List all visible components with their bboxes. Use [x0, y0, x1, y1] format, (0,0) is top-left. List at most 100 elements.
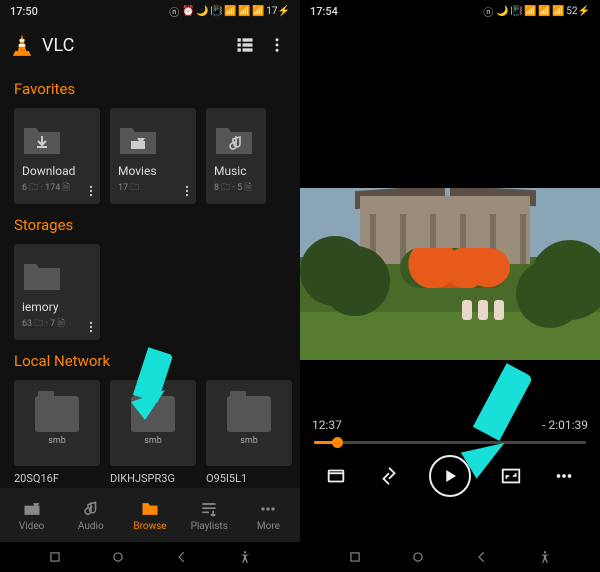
recent-apps-button[interactable] [346, 548, 364, 566]
accessibility-button[interactable] [236, 548, 254, 566]
dnd-icon: 🌙 [196, 5, 208, 17]
favorite-tile-download[interactable]: Download 6 🗀 · 174 🗎 [14, 108, 100, 204]
status-time: 17:54 [310, 5, 338, 18]
tile-label: Download [22, 164, 94, 178]
smb-folder-icon [35, 396, 79, 432]
dnd-icon: 🌙 [496, 5, 508, 17]
smb-tile[interactable]: smb [14, 380, 100, 466]
status-bar: 17:54 ⓝ 🌙 📳 📶 📶 📶 52⚡ [300, 0, 600, 22]
signal2-icon: 📶 [252, 5, 264, 17]
smb-badge: smb [144, 436, 162, 446]
nav-label: Video [19, 521, 44, 532]
section-storages-title: Storages [14, 216, 286, 234]
nav-playlists[interactable]: Playlists [180, 499, 239, 532]
storage-tile-memory[interactable]: iemory 63 🗀 · 7 🗎 [14, 244, 100, 340]
smb-server-name: DIKHJSPR3G [110, 472, 196, 485]
time-row: 12:37 - 2:01:39 [312, 418, 588, 432]
lock-rotation-button[interactable] [323, 463, 349, 489]
status-bar: 17:50 ⓝ ⏰ 🌙 📳 📶 📶 📶 17⚡ [0, 0, 300, 22]
tile-label: iemory [22, 300, 94, 314]
app-header: VLC [0, 22, 300, 68]
smb-server-name: 20SQ16F [14, 472, 100, 485]
tile-more-button[interactable] [180, 184, 194, 198]
signal2-icon: 📶 [552, 5, 564, 17]
wifi-icon: 📶 [224, 5, 236, 17]
smb-server-name: O95I5L1 [206, 472, 292, 485]
browse-body: Favorites Download 6 🗀 · 174 🗎 Movies 17… [0, 68, 300, 488]
playlist-icon [199, 499, 219, 519]
elapsed-time: 12:37 [312, 418, 342, 432]
player-controls [300, 452, 600, 500]
vibrate-icon: 📳 [510, 5, 522, 17]
wifi-icon: 📶 [524, 5, 536, 17]
smb-labels: 20SQ16F DIKHJSPR3G O95I5L1 [14, 472, 286, 485]
tile-more-button[interactable] [84, 320, 98, 334]
music-folder-icon [214, 122, 260, 156]
signal-icon: 📶 [538, 5, 550, 17]
video-icon [22, 499, 42, 519]
home-button[interactable] [409, 548, 427, 566]
tile-label: Music [214, 164, 260, 178]
seek-thumb[interactable] [332, 437, 343, 448]
status-icons: ⓝ ⏰ 🌙 📳 📶 📶 📶 17⚡ [168, 5, 290, 17]
player-body[interactable]: 12:37 - 2:01:39 [300, 22, 600, 542]
overflow-menu-button[interactable] [266, 34, 288, 56]
recent-apps-button[interactable] [46, 548, 64, 566]
favorite-tile-music[interactable]: Music 8 🗀 · 5 🗎 [206, 108, 266, 204]
storages-row: iemory 63 🗀 · 7 🗎 [14, 244, 286, 340]
nav-label: Playlists [191, 521, 228, 532]
nav-video[interactable]: Video [2, 499, 61, 532]
view-list-button[interactable] [234, 34, 256, 56]
nav-browse[interactable]: Browse [120, 499, 179, 532]
vlc-logo-icon [12, 34, 32, 56]
repeat-button[interactable] [376, 463, 402, 489]
remaining-time: - 2:01:39 [542, 418, 588, 432]
favorite-tile-movies[interactable]: Movies 17 🗀 [110, 108, 196, 204]
nfc-icon: ⓝ [482, 5, 494, 17]
android-nav-bar [0, 542, 300, 572]
vibrate-icon: 📳 [210, 5, 222, 17]
smb-folder-icon [227, 396, 271, 432]
folder-icon [22, 258, 94, 292]
seek-bar[interactable] [314, 441, 586, 444]
nav-audio[interactable]: Audio [61, 499, 120, 532]
favorites-row: Download 6 🗀 · 174 🗎 Movies 17 🗀 Music 8… [14, 108, 286, 204]
tile-sub: 8 🗀 · 5 🗎 [214, 180, 260, 196]
screenshot-left-vlc-browse: 17:50 ⓝ ⏰ 🌙 📳 📶 📶 📶 17⚡ VLC Favorites [0, 0, 300, 572]
download-folder-icon [22, 122, 94, 156]
video-frame [300, 188, 600, 360]
alarm-icon: ⏰ [182, 5, 194, 17]
back-button[interactable] [473, 548, 491, 566]
battery-percent: 52⚡ [566, 6, 590, 17]
annotation-arrow-head-icon [125, 378, 175, 428]
signal-icon: 📶 [238, 5, 250, 17]
battery-percent: 17⚡ [266, 6, 290, 17]
accessibility-button[interactable] [536, 548, 554, 566]
player-more-button[interactable] [551, 463, 577, 489]
bottom-nav: Video Audio Browse Playlists More [0, 488, 300, 542]
more-icon [258, 499, 278, 519]
status-icons: ⓝ 🌙 📳 📶 📶 📶 52⚡ [482, 5, 590, 17]
annotation-arrow-head-icon [456, 430, 512, 486]
nav-label: More [257, 521, 280, 532]
smb-tile[interactable]: smb [206, 380, 292, 466]
folder-icon [140, 499, 160, 519]
app-title: VLC [42, 35, 224, 56]
tile-label: Movies [118, 164, 190, 178]
back-button[interactable] [173, 548, 191, 566]
section-favorites-title: Favorites [14, 80, 286, 98]
android-nav-bar [300, 542, 600, 572]
seek-progress [314, 441, 338, 444]
tile-more-button[interactable] [84, 184, 98, 198]
status-time: 17:50 [10, 5, 38, 18]
audio-icon [81, 499, 101, 519]
movies-folder-icon [118, 122, 190, 156]
nav-label: Browse [133, 521, 166, 532]
screenshot-right-vlc-player: 17:54 ⓝ 🌙 📳 📶 📶 📶 52⚡ [300, 0, 600, 572]
nfc-icon: ⓝ [168, 5, 180, 17]
nav-label: Audio [78, 521, 104, 532]
home-button[interactable] [109, 548, 127, 566]
smb-badge: smb [240, 436, 258, 446]
smb-badge: smb [48, 436, 66, 446]
nav-more[interactable]: More [239, 499, 298, 532]
